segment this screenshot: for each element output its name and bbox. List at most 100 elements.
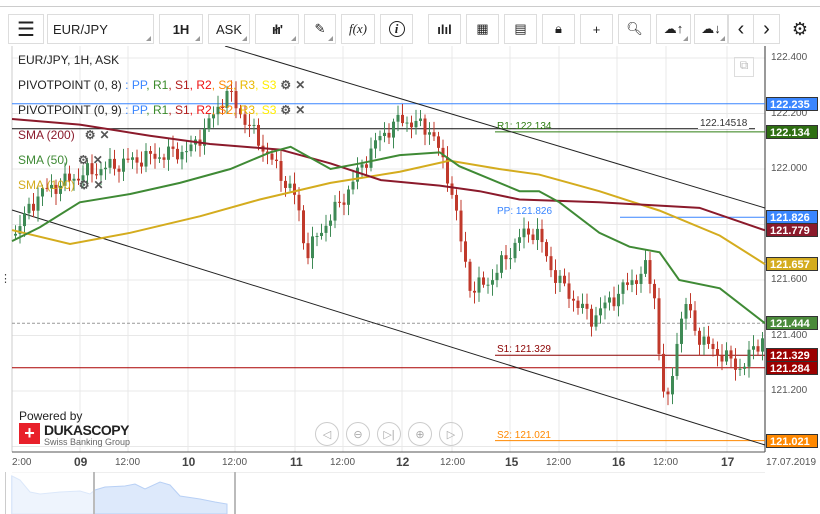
symbol-select[interactable]: EUR/JPY [47, 14, 154, 44]
gear-icon[interactable]: ⚙ [280, 103, 291, 117]
price-tick: 122.400 [771, 52, 808, 63]
candle-body [329, 220, 332, 226]
lock-icon: 🔒︎ [555, 21, 562, 36]
candle-body [113, 158, 116, 169]
candle-body [140, 162, 143, 167]
draw-button[interactable]: ✎ [304, 14, 336, 44]
magnifier-icon: 🔍︎ [626, 21, 643, 36]
time-tick: 16 [612, 455, 626, 469]
prev-button[interactable]: ‹ [728, 14, 754, 44]
candle-body [464, 241, 467, 262]
pivot-part: , S2 [211, 103, 234, 117]
info-button[interactable]: i [380, 14, 413, 44]
time-tick: 12:00 [330, 457, 356, 468]
pivot-level-label: 122.14518 [698, 117, 750, 129]
pivot-part: , S1 [168, 78, 190, 92]
bar-chart-icon: ılıl [437, 21, 452, 37]
scroll-right-button[interactable]: ▷ [439, 422, 463, 446]
chart-title: EUR/JPY, 1H, ASK [18, 53, 120, 67]
candle-body [117, 168, 121, 172]
candle-body [554, 270, 557, 283]
candle-body [14, 233, 17, 236]
candle-body [428, 132, 431, 135]
candle-body [612, 297, 616, 307]
close-icon[interactable]: ✕ [99, 128, 109, 142]
gear-icon[interactable]: ⚙ [78, 153, 89, 167]
candle-body [495, 272, 499, 281]
popout-icon[interactable]: ⧉ [734, 57, 754, 77]
download-button[interactable]: ☁↓ [694, 14, 728, 44]
gear-icon[interactable]: ⚙ [280, 78, 291, 92]
candle-body [500, 255, 503, 273]
gear-icon[interactable]: ⚙ [79, 178, 90, 192]
candle-body [306, 243, 310, 259]
pivot-part: , R2 [189, 103, 212, 117]
close-icon[interactable]: ✕ [93, 178, 103, 192]
lock-button[interactable]: 🔒︎ [542, 14, 575, 44]
volume-button[interactable]: ılıl [428, 14, 461, 44]
candle-body [185, 151, 188, 153]
timeframe-select[interactable]: 1H [159, 14, 203, 44]
time-tick: 15 [505, 455, 519, 469]
indicators-button[interactable]: f(x) [341, 14, 375, 44]
candle-body [396, 114, 400, 122]
candle-body [405, 122, 409, 124]
candle-body [333, 201, 337, 221]
candle-body [293, 183, 296, 195]
candlestick-icon: ıłı' [272, 21, 283, 37]
menu-button[interactable]: ☰ [8, 14, 44, 44]
close-icon[interactable]: ✕ [295, 78, 305, 92]
zoom-out-icon: ⊖ [353, 428, 363, 441]
candle-body [468, 261, 472, 291]
go-latest-button[interactable]: ▷| [377, 422, 401, 446]
crosshair-button[interactable]: + [580, 14, 613, 44]
candle-body [540, 228, 544, 243]
lower-trendline [11, 209, 766, 446]
candle-body [743, 366, 746, 369]
news-button[interactable]: ▤ [504, 14, 537, 44]
resize-handle[interactable]: ⋮ [0, 272, 11, 285]
close-icon[interactable]: ✕ [93, 153, 103, 167]
zoom-in-button[interactable]: ⊕ [408, 422, 432, 446]
powered-by: Powered by [19, 409, 83, 423]
sma100-label: SMA (100) [18, 178, 75, 192]
next-button[interactable]: › [753, 14, 780, 44]
upload-button[interactable]: ☁↑ [656, 14, 691, 44]
side-select[interactable]: ASK [208, 14, 250, 44]
candle-body [531, 234, 535, 241]
pivot-part: , S1 [168, 103, 190, 117]
candle-body [698, 330, 701, 345]
sma100-legend: SMA (100) ⚙ ✕ [18, 178, 104, 192]
zoom-chart-button[interactable]: 🔍︎ [618, 14, 651, 44]
candle-body [257, 124, 260, 146]
navigator-right-handle[interactable] [234, 472, 236, 514]
news-icon: ▤ [514, 21, 527, 36]
gear-icon[interactable]: ⚙ [85, 128, 96, 142]
crosshair-icon: + [592, 21, 601, 37]
candle-body [315, 235, 319, 237]
candle-body [657, 298, 661, 354]
candle-body [342, 202, 346, 205]
navigator[interactable] [0, 472, 820, 514]
time-tick: 12:00 [653, 457, 679, 468]
candle-body [644, 260, 647, 274]
candle-body [711, 343, 715, 350]
price-tick: 122.000 [771, 163, 808, 174]
sma200-legend: SMA (200) ⚙ ✕ [18, 128, 110, 142]
candle-body [144, 150, 148, 167]
time-tick: 2:00 [12, 457, 32, 468]
sma50-legend: SMA (50) ⚙ ✕ [18, 153, 103, 167]
chart-type-button[interactable]: ıłı' [255, 14, 299, 44]
candle-body [162, 157, 166, 160]
calendar-button[interactable]: ▦ [466, 14, 499, 44]
navigator-left-handle[interactable] [93, 472, 95, 514]
settings-button[interactable]: ⚙ [785, 14, 815, 44]
candle-body [180, 151, 184, 160]
candle-body [32, 203, 35, 211]
time-tick: 12:00 [440, 457, 466, 468]
chevron-left-icon: ‹ [737, 17, 745, 40]
candle-body [518, 237, 521, 243]
scroll-left-button[interactable]: ◁ [315, 422, 339, 446]
zoom-out-button[interactable]: ⊖ [346, 422, 370, 446]
close-icon[interactable]: ✕ [295, 103, 305, 117]
